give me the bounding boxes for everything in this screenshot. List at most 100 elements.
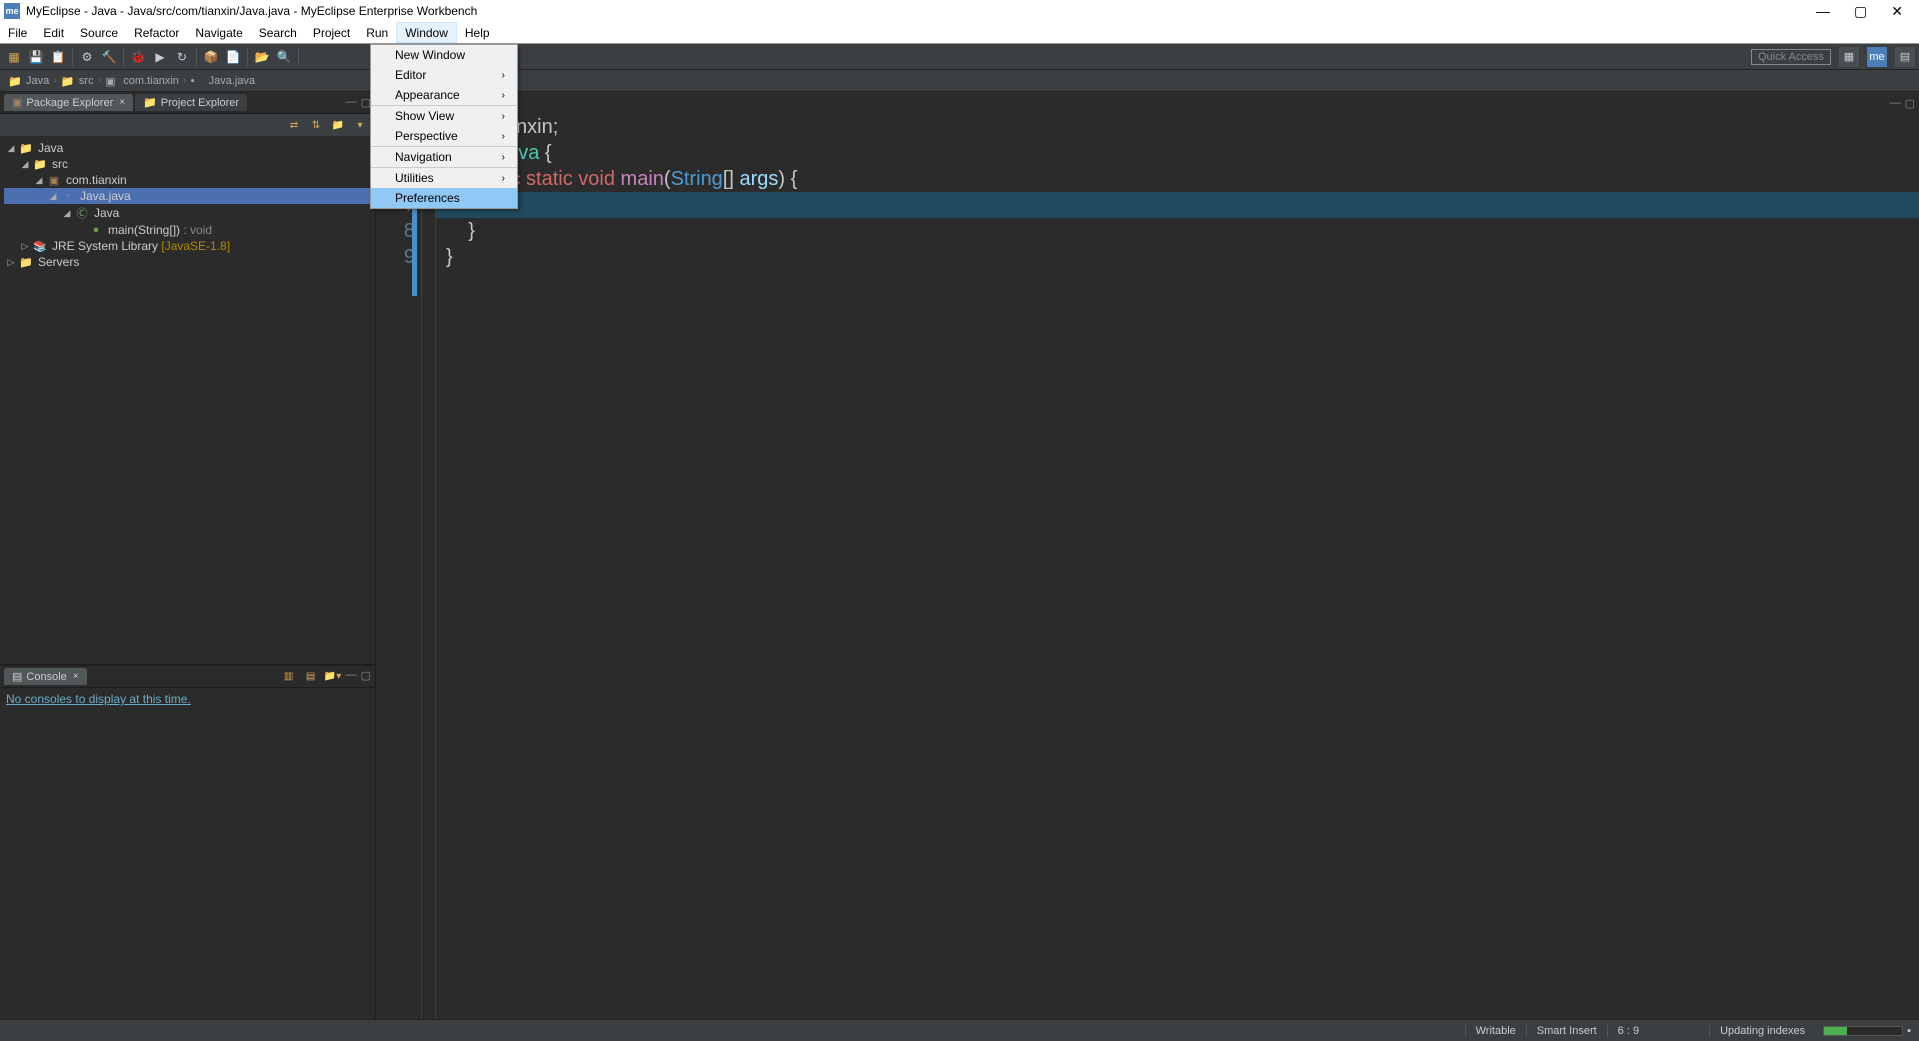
- debug-icon[interactable]: 🐞: [128, 47, 148, 67]
- minimize-button[interactable]: —: [1816, 3, 1830, 20]
- code-line[interactable]: [446, 270, 1919, 296]
- tree-item-icon: 📁: [32, 158, 48, 171]
- menu-item-utilities[interactable]: Utilities›: [371, 168, 517, 188]
- menu-help[interactable]: Help: [457, 22, 498, 43]
- menu-item-preferences[interactable]: Preferences: [371, 188, 517, 208]
- tree-node-main-string-[interactable]: ●main(String[]) : void: [4, 222, 371, 238]
- code-line[interactable]: }: [446, 244, 1919, 270]
- package-icon: ▣: [12, 96, 22, 109]
- new-icon[interactable]: ▦: [4, 47, 24, 67]
- minimize-editor-icon[interactable]: —: [1890, 97, 1901, 110]
- tree-node-java-java[interactable]: ◢▪Java.java: [4, 188, 371, 204]
- new-package-icon[interactable]: 📦: [201, 47, 221, 67]
- editor-tabs: — ▢: [376, 92, 1919, 114]
- maximize-editor-icon[interactable]: ▢: [1905, 97, 1915, 110]
- tree-arrow-icon[interactable]: ◢: [60, 208, 74, 219]
- submenu-arrow-icon: ›: [502, 152, 505, 163]
- project-explorer-tab[interactable]: 📁 Project Explorer: [135, 94, 247, 111]
- tool-icon[interactable]: ⚙: [77, 47, 97, 67]
- menu-item-navigation[interactable]: Navigation›: [371, 147, 517, 167]
- code-line[interactable]: public static void main(String[] args) {: [446, 166, 1919, 192]
- package-explorer-tab[interactable]: ▣ Package Explorer ×: [4, 94, 133, 111]
- tree-item-icon: Ⓒ: [74, 205, 90, 221]
- run-icon[interactable]: ▶: [150, 47, 170, 67]
- collapse-all-icon[interactable]: ⇄: [285, 117, 303, 133]
- code-editor[interactable]: 156789 com.tianxin;class Java { public s…: [376, 114, 1919, 1019]
- tree-arrow-icon[interactable]: ▷: [18, 241, 32, 252]
- close-button[interactable]: ✕: [1891, 3, 1903, 20]
- tree-arrow-icon[interactable]: ▷: [4, 257, 18, 268]
- java-perspective-icon[interactable]: me: [1867, 47, 1887, 67]
- breadcrumb: 📁Java›📁src›▣com.tianxin›▪Java.java: [0, 70, 1919, 92]
- build-icon[interactable]: 🔨: [99, 47, 119, 67]
- tree-node-servers[interactable]: ▷📁Servers: [4, 254, 371, 270]
- save-all-icon[interactable]: 📋: [48, 47, 68, 67]
- link-editor-icon[interactable]: ⇅: [307, 117, 325, 133]
- minimize-view-icon[interactable]: —: [346, 96, 357, 109]
- minimize-console-icon[interactable]: —: [346, 669, 357, 685]
- menu-item-perspective[interactable]: Perspective›: [371, 126, 517, 146]
- code-area[interactable]: com.tianxin;class Java { public static v…: [436, 114, 1919, 1019]
- breadcrumb-com-tianxin[interactable]: ▣com.tianxin: [105, 75, 179, 87]
- submenu-arrow-icon: ›: [502, 70, 505, 81]
- close-tab-icon[interactable]: ×: [119, 97, 125, 108]
- tree-node-src[interactable]: ◢📁src: [4, 156, 371, 172]
- submenu-arrow-icon: ›: [502, 111, 505, 122]
- code-line[interactable]: com.tianxin;: [446, 114, 1919, 140]
- console-open-icon[interactable]: 📁▾: [324, 669, 342, 685]
- tree-arrow-icon[interactable]: ◢: [4, 143, 18, 154]
- menu-navigate[interactable]: Navigate: [187, 22, 250, 43]
- code-line[interactable]: class Java {: [446, 140, 1919, 166]
- menu-run[interactable]: Run: [358, 22, 396, 43]
- submenu-arrow-icon: ›: [502, 131, 505, 142]
- run-last-icon[interactable]: ↻: [172, 47, 192, 67]
- open-type-icon[interactable]: 📂: [252, 47, 272, 67]
- tree-item-icon: 📁: [18, 256, 34, 269]
- console-tab[interactable]: ▤ Console ×: [4, 668, 87, 685]
- console-icon: ▤: [12, 670, 22, 683]
- code-line[interactable]: }: [446, 218, 1919, 244]
- close-console-icon[interactable]: ×: [73, 671, 79, 682]
- view-menu-icon[interactable]: 📁: [329, 117, 347, 133]
- tree-arrow-icon[interactable]: ◢: [32, 175, 46, 186]
- code-line[interactable]: [446, 192, 1919, 218]
- window-titlebar: me MyEclipse - Java - Java/src/com/tianx…: [0, 0, 1919, 22]
- new-class-icon[interactable]: 📄: [223, 47, 243, 67]
- open-perspective-icon[interactable]: ▦: [1839, 47, 1859, 67]
- tree-arrow-icon[interactable]: ◢: [18, 159, 32, 170]
- breadcrumb-java-java[interactable]: ▪Java.java: [191, 75, 255, 87]
- menu-item-appearance[interactable]: Appearance›: [371, 85, 517, 105]
- search-icon[interactable]: 🔍: [274, 47, 294, 67]
- menu-item-new-window[interactable]: New Window: [371, 45, 517, 65]
- tree-node-java[interactable]: ◢ⒸJava: [4, 204, 371, 222]
- quick-access-input[interactable]: Quick Access: [1751, 49, 1831, 65]
- progress-bar: [1823, 1026, 1903, 1036]
- tree-node-java[interactable]: ◢📁Java: [4, 140, 371, 156]
- progress-stop-icon[interactable]: ▪: [1907, 1025, 1911, 1037]
- menu-item-show-view[interactable]: Show View›: [371, 106, 517, 126]
- tree-node-jre-system-library[interactable]: ▷📚JRE System Library [JavaSE-1.8]: [4, 238, 371, 254]
- tree-node-com-tianxin[interactable]: ◢▣com.tianxin: [4, 172, 371, 188]
- menu-refactor[interactable]: Refactor: [126, 22, 187, 43]
- menu-edit[interactable]: Edit: [35, 22, 72, 43]
- console-pin-icon[interactable]: ▥: [280, 669, 298, 685]
- menu-window[interactable]: Window: [396, 22, 457, 43]
- menu-search[interactable]: Search: [251, 22, 305, 43]
- maximize-console-icon[interactable]: ▢: [361, 669, 371, 685]
- console-tabs: ▤ Console × ▥ ▤ 📁▾ — ▢: [0, 666, 375, 688]
- menu-item-editor[interactable]: Editor›: [371, 65, 517, 85]
- other-perspective-icon[interactable]: ▤: [1895, 47, 1915, 67]
- maximize-button[interactable]: ▢: [1854, 3, 1867, 20]
- menu-source[interactable]: Source: [72, 22, 126, 43]
- dropdown-icon[interactable]: ▾: [351, 117, 369, 133]
- breadcrumb-java[interactable]: 📁Java: [8, 75, 49, 87]
- console-message: No consoles to display at this time.: [6, 692, 191, 706]
- save-icon[interactable]: 💾: [26, 47, 46, 67]
- menu-file[interactable]: File: [0, 22, 35, 43]
- menu-project[interactable]: Project: [305, 22, 358, 43]
- console-display-icon[interactable]: ▤: [302, 669, 320, 685]
- tree-arrow-icon[interactable]: ◢: [46, 191, 60, 202]
- insert-mode-status: Smart Insert: [1526, 1025, 1607, 1037]
- breadcrumb-src[interactable]: 📁src: [61, 75, 94, 87]
- tree-item-icon: ▪: [60, 190, 76, 202]
